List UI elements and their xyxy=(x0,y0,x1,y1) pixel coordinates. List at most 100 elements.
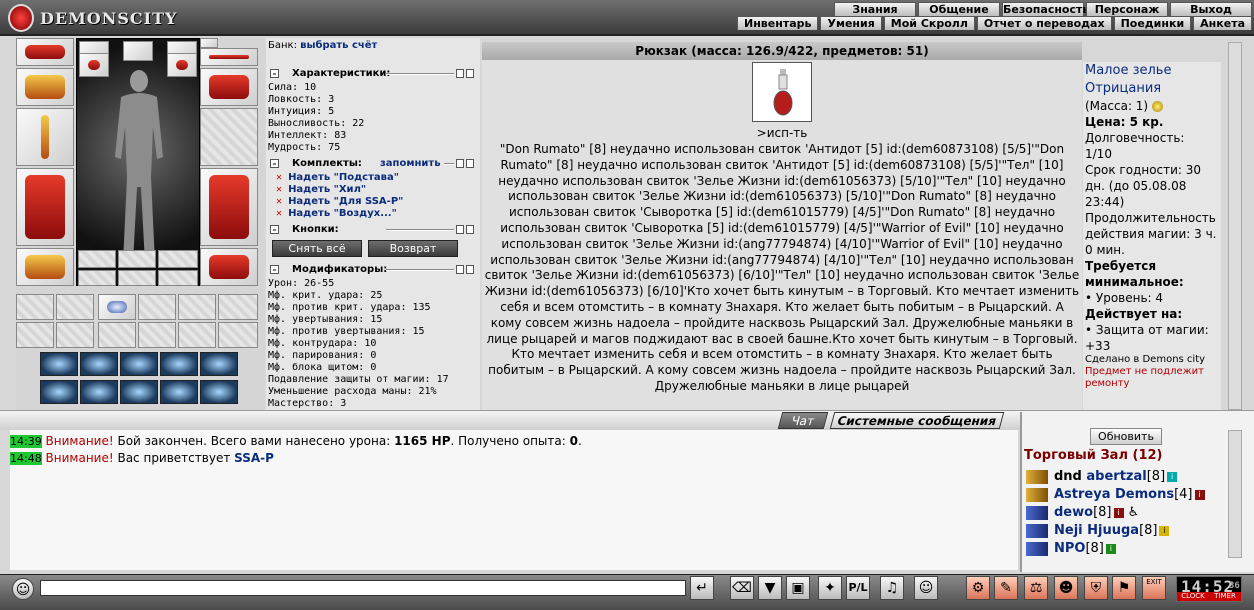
scroll-slot-12[interactable] xyxy=(218,322,258,348)
nav-security[interactable]: Безопасность xyxy=(1002,2,1089,16)
scroll-slot-1[interactable] xyxy=(16,294,54,320)
pl-icon[interactable]: P/L xyxy=(846,576,870,600)
mask-icon[interactable]: ☻ xyxy=(1054,576,1078,600)
spell-icon-6[interactable] xyxy=(40,380,78,404)
info-icon[interactable]: i xyxy=(1113,507,1124,518)
delete-set-icon[interactable]: ✕ xyxy=(276,184,282,195)
private-message-icon[interactable] xyxy=(1026,487,1048,502)
private-message-icon[interactable] xyxy=(1026,469,1048,484)
collapse-icon[interactable]: – xyxy=(270,159,279,168)
subnav-duels[interactable]: Поединки xyxy=(1113,16,1192,30)
shield-slot[interactable] xyxy=(200,108,258,166)
delete-set-icon[interactable]: ✕ xyxy=(276,196,282,207)
scroll-slot-4[interactable] xyxy=(138,294,176,320)
small-slot[interactable] xyxy=(200,38,218,48)
spell-icon-9[interactable] xyxy=(160,380,198,404)
user-row[interactable]: Astreya Demons[4] i xyxy=(1026,486,1205,504)
sets-remember-link[interactable]: запомнить xyxy=(380,158,441,169)
up-arrow-icon[interactable] xyxy=(456,265,464,274)
info-icon[interactable]: i xyxy=(1167,471,1178,482)
user-row[interactable]: dnd abertzal[8] i xyxy=(1026,468,1178,486)
scroll-slot-5[interactable] xyxy=(178,294,216,320)
settings-icon[interactable]: ⚙ xyxy=(966,576,990,600)
spell-icon-2[interactable] xyxy=(80,352,118,376)
bracer-slot[interactable] xyxy=(79,53,109,77)
delete-set-icon[interactable]: ✕ xyxy=(276,208,282,219)
subnav-inventory[interactable]: Инвентарь xyxy=(737,16,819,30)
nav-character[interactable]: Персонаж xyxy=(1086,2,1168,16)
edit-icon[interactable]: ✎ xyxy=(994,576,1018,600)
set-link-4[interactable]: Надеть "Воздух..." xyxy=(288,208,397,219)
private-message-icon[interactable] xyxy=(1026,541,1048,556)
user-row[interactable]: Neji Hjuuga[8] i xyxy=(1026,522,1170,540)
weapon-slot[interactable] xyxy=(16,108,74,166)
stats-section[interactable]: – Характеристики: xyxy=(268,68,476,80)
spell-icon-1[interactable] xyxy=(40,352,78,376)
collapse-icon[interactable]: – xyxy=(270,225,279,234)
spell-icon-5[interactable] xyxy=(200,352,238,376)
bank-link[interactable]: выбрать счёт xyxy=(300,40,377,51)
pocket-slot-2[interactable] xyxy=(118,250,156,268)
up-arrow-icon[interactable] xyxy=(456,69,464,78)
return-button[interactable]: Возврат xyxy=(368,240,458,257)
collapse-icon[interactable]: – xyxy=(270,265,279,274)
subnav-skills[interactable]: Умения xyxy=(820,16,882,30)
pocket-slot-3[interactable] xyxy=(158,250,198,268)
down-arrow-icon[interactable] xyxy=(466,225,474,234)
eraser-icon[interactable]: ⌫ xyxy=(730,576,754,600)
helmet-slot[interactable] xyxy=(16,38,74,66)
amulet-slot[interactable] xyxy=(16,68,74,106)
gloves-slot[interactable] xyxy=(200,68,258,106)
set-link-2[interactable]: Надеть "Хил" xyxy=(288,184,366,195)
pocket-slot-5[interactable] xyxy=(118,270,156,286)
spell-icon-3[interactable] xyxy=(120,352,158,376)
scroll-slot-9[interactable] xyxy=(98,322,136,348)
spell-icon-8[interactable] xyxy=(120,380,158,404)
action-icon[interactable]: ✦ xyxy=(818,576,842,600)
scroll-slot-7[interactable] xyxy=(16,322,54,348)
pocket-slot-6[interactable] xyxy=(158,270,198,286)
down-arrow-icon[interactable] xyxy=(466,159,474,168)
ring-slot-top[interactable] xyxy=(123,41,153,61)
guild-link[interactable]: SSA-P xyxy=(234,451,274,465)
pocket-slot-1[interactable] xyxy=(78,250,116,268)
tab-system-messages[interactable]: Системные сообщения xyxy=(829,412,1005,429)
use-item-link[interactable]: >исп-ть xyxy=(482,126,1082,140)
item-image[interactable] xyxy=(752,62,812,122)
exit-button[interactable]: EXIT xyxy=(1142,576,1166,600)
delete-set-icon[interactable]: ✕ xyxy=(276,172,282,183)
refresh-button[interactable]: Обновить xyxy=(1090,428,1162,445)
nav-communication[interactable]: Общение xyxy=(918,2,1000,16)
flag-icon[interactable]: ⚑ xyxy=(1112,576,1136,600)
subnav-transfer-report[interactable]: Отчет о переводах xyxy=(976,16,1112,30)
down-arrow-icon[interactable] xyxy=(466,265,474,274)
info-icon[interactable]: i xyxy=(1105,543,1116,554)
buttons-section[interactable]: – Кнопки: xyxy=(268,224,476,236)
user-row[interactable]: dewo[8] i ♿ xyxy=(1026,504,1139,522)
pocket-slot-4[interactable] xyxy=(78,270,116,286)
up-arrow-icon[interactable] xyxy=(456,159,464,168)
user-row[interactable]: NPO[8] i xyxy=(1026,540,1116,558)
filter-icon[interactable]: ▼ xyxy=(758,576,782,600)
set-link-3[interactable]: Надеть "Для SSA-P" xyxy=(288,196,403,207)
subnav-profile[interactable]: Анкета xyxy=(1193,16,1252,30)
smile-icon[interactable]: ☺ xyxy=(914,576,938,600)
up-arrow-icon[interactable] xyxy=(456,225,464,234)
scroll-slot-3[interactable] xyxy=(98,294,136,320)
bracer-slot-right[interactable] xyxy=(167,53,197,77)
head-icon[interactable]: ☺ xyxy=(12,578,34,600)
user-list-scrollbar[interactable] xyxy=(1228,430,1242,558)
spell-icon-10[interactable] xyxy=(200,380,238,404)
send-icon[interactable]: ↵ xyxy=(690,576,714,600)
scroll-slot-2[interactable] xyxy=(56,294,94,320)
shield-icon[interactable]: ⛨ xyxy=(1084,576,1108,600)
nav-knowledge[interactable]: Знания xyxy=(834,2,916,16)
backpack-scrollbar[interactable] xyxy=(1228,42,1242,410)
tab-chat[interactable]: Чат xyxy=(777,412,829,429)
info-icon[interactable]: i xyxy=(1159,525,1170,536)
private-message-icon[interactable] xyxy=(1026,523,1048,538)
boots-slot[interactable] xyxy=(200,248,258,286)
private-message-icon[interactable] xyxy=(1026,505,1048,520)
scroll-slot-10[interactable] xyxy=(138,322,176,348)
subnav-my-scroll[interactable]: Мой Скролл xyxy=(883,16,975,30)
